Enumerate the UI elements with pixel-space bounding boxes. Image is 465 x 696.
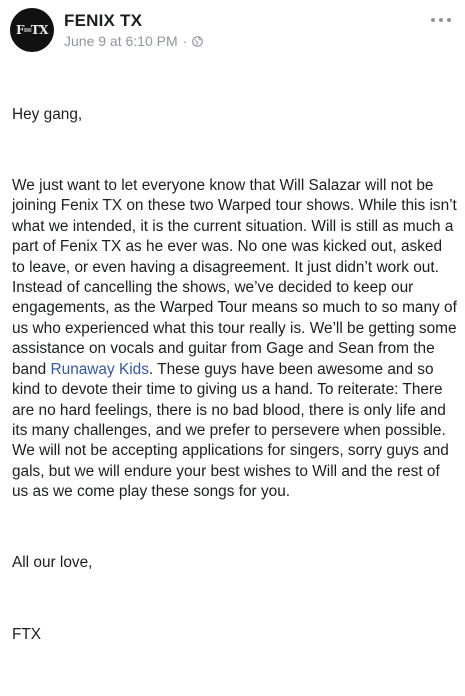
post-signoff: All our love, [12,554,93,572]
facebook-post: F═TX FENIX TX June 9 at 6:10 PM · Hey ga… [0,0,465,643]
avatar-logo-text: F═TX [16,23,48,37]
post-signature: FTX [12,625,42,643]
post-main-paragraph: We just want to let everyone know that W… [12,176,457,503]
globe-icon[interactable] [192,35,204,47]
more-options-icon[interactable] [431,14,451,26]
post-meta: June 9 at 6:10 PM · [64,33,204,49]
post-timestamp[interactable]: June 9 at 6:10 PM [64,33,178,49]
meta-separator: · [182,33,188,49]
page-avatar[interactable]: F═TX [10,8,54,52]
post-body: Hey gang, We just want to let everyone k… [12,64,457,696]
body-text-part-1: We just want to let everyone know that W… [12,177,462,378]
page-name[interactable]: FENIX TX [64,11,142,31]
post-greeting: Hey gang, [12,105,83,123]
runaway-kids-link[interactable]: Runaway Kids [51,361,149,378]
post-header: F═TX FENIX TX June 9 at 6:10 PM · [10,8,455,52]
body-text-part-2: . These guys have been awesome and so ki… [12,360,454,501]
